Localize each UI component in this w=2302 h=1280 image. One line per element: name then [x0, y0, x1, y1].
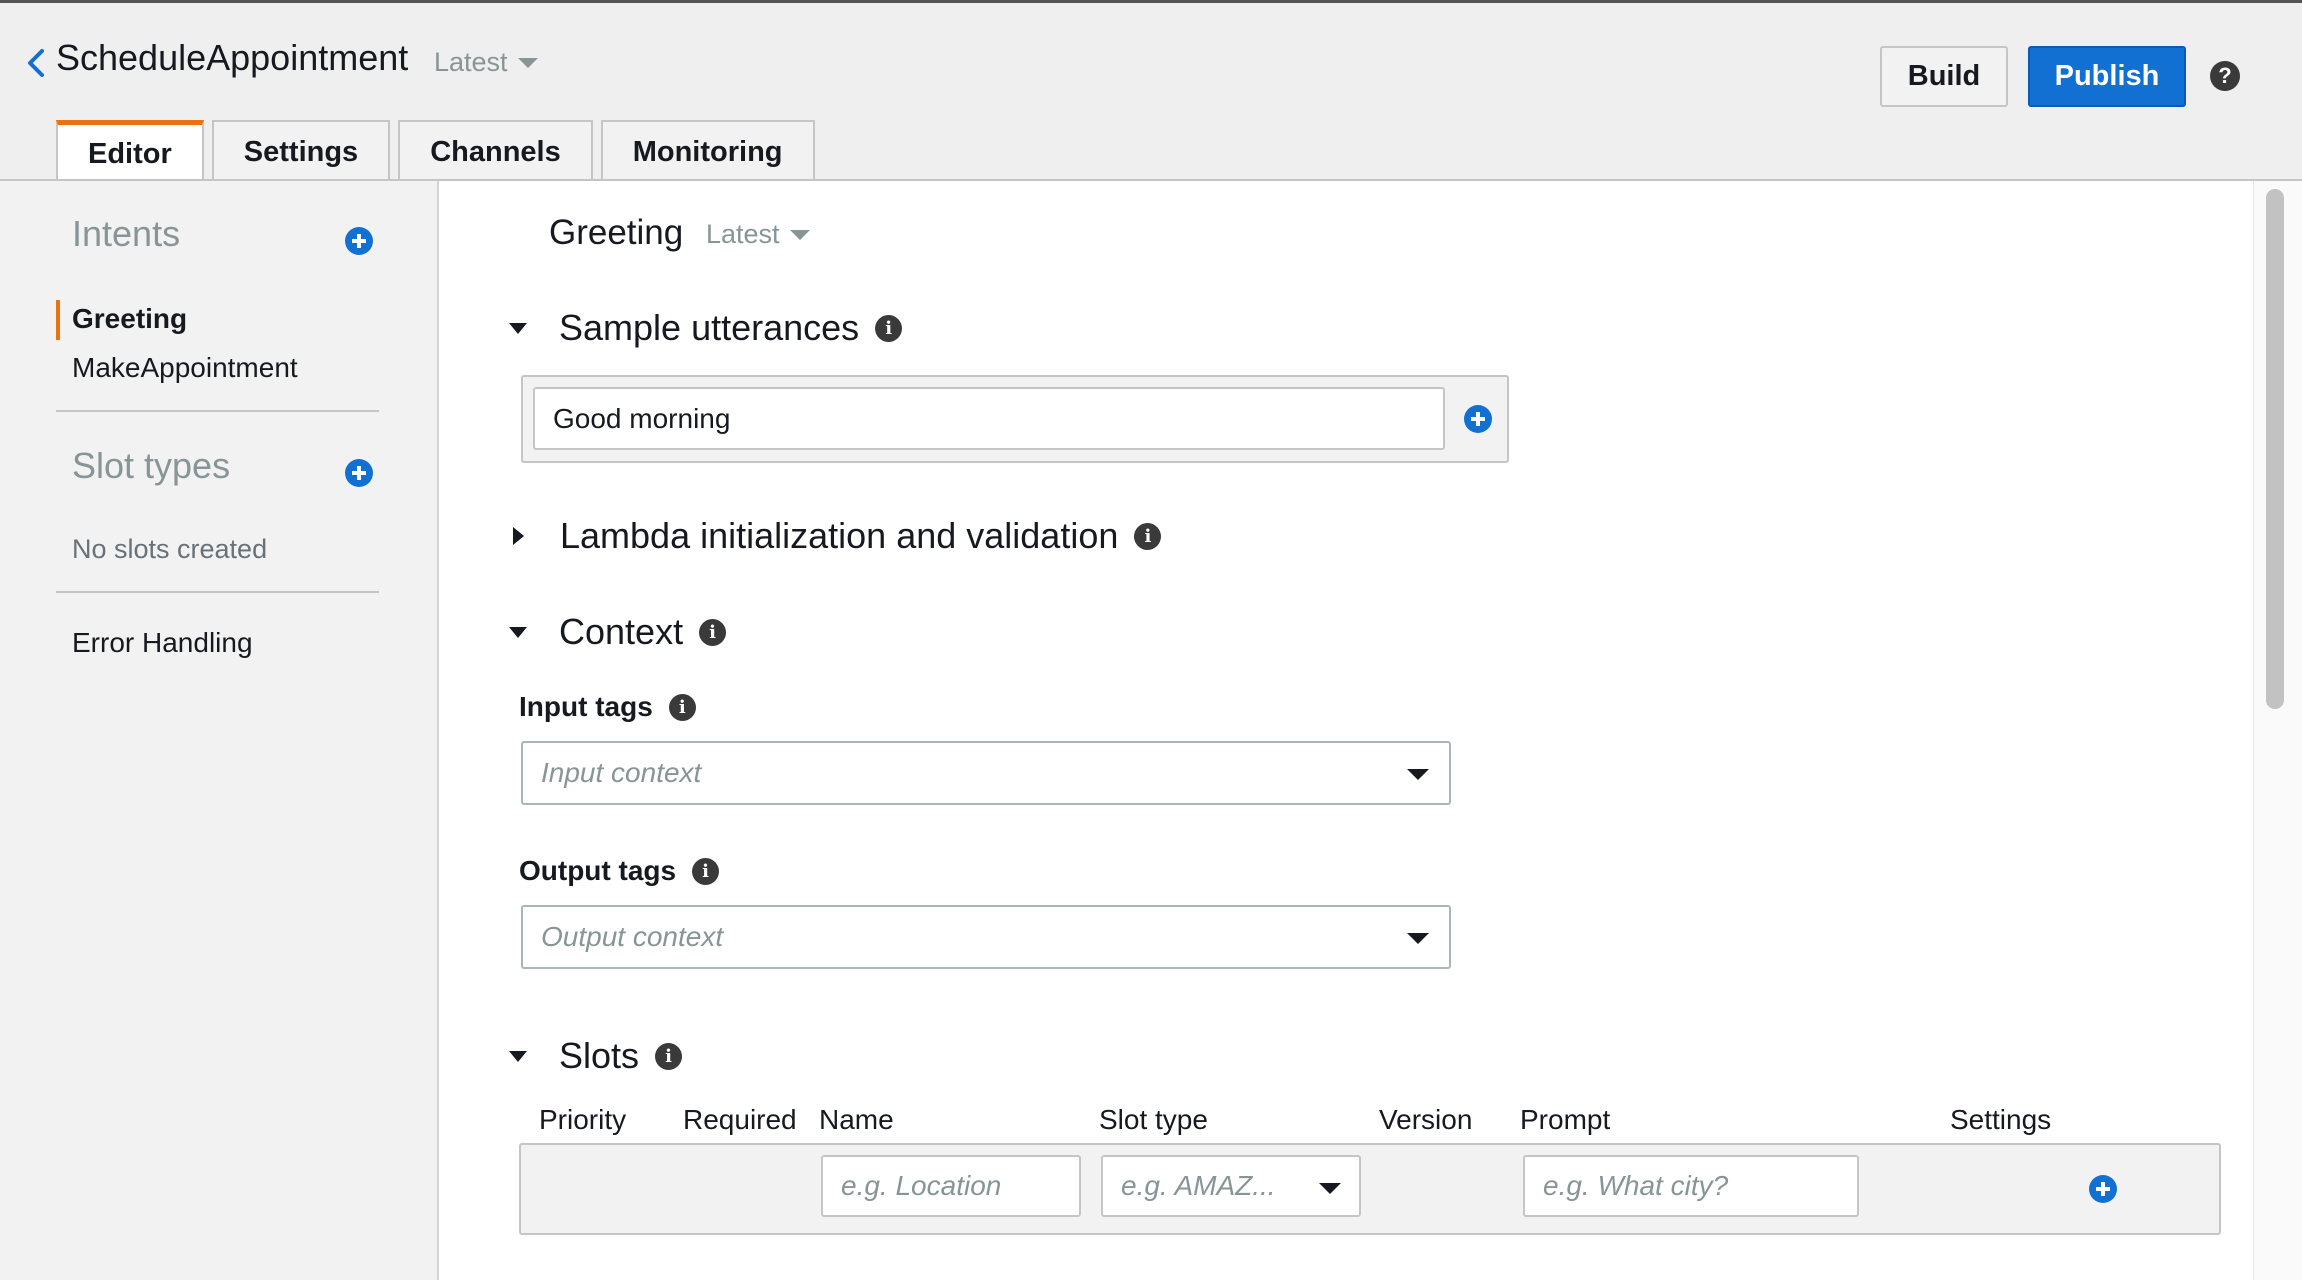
sidebar-divider: [56, 591, 379, 593]
collapsed-triangle-icon: [513, 527, 524, 545]
info-icon[interactable]: i: [875, 314, 903, 342]
sample-utterances-heading: Sample utterances: [559, 307, 860, 348]
new-slot-row: e.g. Location e.g. AMAZ... e.g. What cit…: [519, 1143, 2221, 1235]
scrollbar-thumb[interactable]: [2266, 189, 2284, 709]
output-context-select[interactable]: Output context: [521, 905, 1451, 969]
sidebar-divider: [56, 410, 379, 412]
bot-version-label: Latest: [434, 47, 508, 77]
caret-down-icon: [789, 229, 810, 240]
expanded-triangle-icon: [509, 626, 527, 638]
info-icon[interactable]: i: [1134, 522, 1162, 550]
slot-prompt-placeholder: e.g. What city?: [1543, 1170, 1729, 1201]
tab-bar: Editor Settings Channels Monitoring: [56, 120, 815, 184]
add-slot-plus-icon[interactable]: [2089, 1175, 2117, 1203]
bot-version-dropdown[interactable]: Latest: [434, 47, 538, 78]
context-heading: Context: [559, 611, 684, 652]
input-tags-label-row: Input tags i: [519, 691, 696, 723]
sidebar-item-error-handling[interactable]: Error Handling: [72, 627, 253, 659]
expanded-triangle-icon: [509, 322, 527, 334]
slot-name-input[interactable]: e.g. Location: [821, 1155, 1081, 1217]
slots-section-toggle[interactable]: Slots i: [509, 1035, 683, 1077]
context-section-toggle[interactable]: Context i: [509, 611, 727, 653]
caret-down-icon: [1407, 769, 1429, 780]
intent-version-label: Latest: [706, 219, 780, 249]
slot-column-name: Name: [819, 1104, 894, 1135]
slot-column-required: Required: [683, 1104, 797, 1135]
output-tags-label: Output tags: [519, 855, 677, 886]
back-chevron-icon[interactable]: [22, 45, 52, 81]
utterance-input[interactable]: [533, 387, 1445, 450]
tab-monitoring[interactable]: Monitoring: [600, 120, 815, 182]
caret-down-icon: [517, 57, 538, 68]
tab-channels[interactable]: Channels: [398, 120, 593, 182]
tab-settings[interactable]: Settings: [211, 120, 391, 182]
caret-down-icon: [1407, 933, 1429, 944]
intents-heading: Intents: [72, 213, 181, 254]
sidebar-item-makeappointment[interactable]: MakeAppointment: [72, 352, 298, 384]
slots-heading: Slots: [559, 1035, 640, 1076]
slot-column-priority: Priority: [539, 1104, 627, 1135]
utterance-row: [521, 375, 1509, 463]
info-icon[interactable]: i: [668, 693, 696, 721]
build-button[interactable]: Build: [1880, 46, 2008, 107]
active-indicator: [56, 300, 60, 340]
intent-editor: Greeting Latest Sample utterances i Lamb…: [441, 181, 2253, 1280]
slot-column-version: Version: [1379, 1104, 1473, 1135]
no-slots-text: No slots created: [72, 534, 268, 564]
slot-types-heading: Slot types: [72, 445, 231, 486]
add-utterance-plus-icon[interactable]: [1464, 405, 1492, 433]
slot-column-slot-type: Slot type: [1099, 1104, 1208, 1135]
slot-type-placeholder: e.g. AMAZ...: [1121, 1170, 1276, 1201]
sidebar-item-greeting[interactable]: Greeting: [72, 303, 187, 335]
info-icon[interactable]: i: [655, 1042, 683, 1070]
content-area: Intents Greeting MakeAppointment Slot ty…: [0, 179, 2302, 1280]
tab-editor[interactable]: Editor: [56, 120, 204, 184]
lambda-section-toggle[interactable]: Lambda initialization and validation i: [509, 515, 1162, 557]
publish-button[interactable]: Publish: [2028, 46, 2186, 107]
lambda-heading: Lambda initialization and validation: [560, 515, 1119, 556]
info-icon[interactable]: i: [692, 857, 720, 885]
input-tags-label: Input tags: [519, 691, 653, 722]
caret-down-icon: [1319, 1183, 1341, 1194]
help-icon[interactable]: ?: [2210, 61, 2240, 91]
expanded-triangle-icon: [509, 1050, 527, 1062]
slot-name-placeholder: e.g. Location: [841, 1170, 1002, 1201]
add-slot-type-plus-icon[interactable]: [345, 459, 373, 487]
intent-title: Greeting: [549, 213, 684, 252]
info-icon[interactable]: i: [699, 618, 727, 646]
input-context-placeholder: Input context: [541, 757, 702, 788]
input-context-select[interactable]: Input context: [521, 741, 1451, 805]
page-header: ScheduleAppointment Latest Build Publish…: [0, 3, 2302, 184]
output-tags-label-row: Output tags i: [519, 855, 720, 887]
slot-type-select[interactable]: e.g. AMAZ...: [1101, 1155, 1361, 1217]
add-intent-plus-icon[interactable]: [345, 227, 373, 255]
slot-column-settings: Settings: [1950, 1104, 2052, 1135]
output-context-placeholder: Output context: [541, 921, 724, 952]
sample-utterances-toggle[interactable]: Sample utterances i: [509, 307, 903, 349]
slot-prompt-input[interactable]: e.g. What city?: [1523, 1155, 1859, 1217]
bot-name-title: ScheduleAppointment: [56, 37, 409, 78]
intent-version-dropdown[interactable]: Latest: [706, 219, 810, 250]
slot-column-prompt: Prompt: [1520, 1104, 1611, 1135]
vertical-scrollbar[interactable]: [2253, 181, 2302, 1280]
sidebar: Intents Greeting MakeAppointment Slot ty…: [0, 181, 439, 1280]
